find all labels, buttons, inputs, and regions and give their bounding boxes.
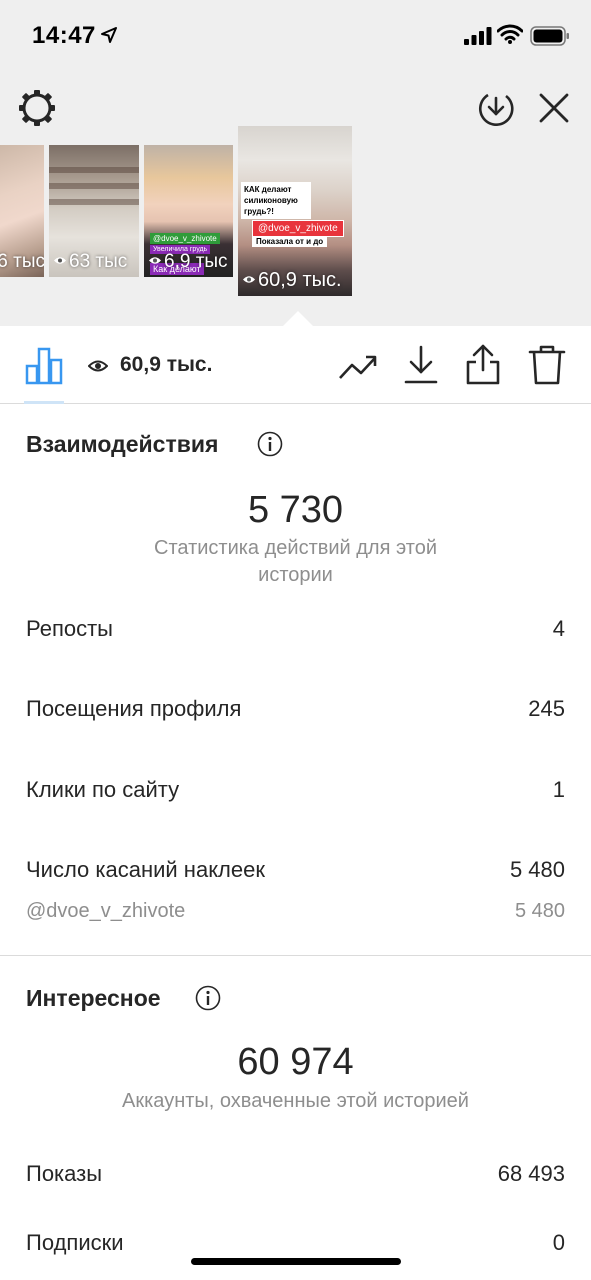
share-icon[interactable] <box>464 342 502 386</box>
interactions-total: 5 730 <box>247 489 344 531</box>
story-thumbnail[interactable]: 63 тыс <box>49 145 139 277</box>
close-icon[interactable] <box>534 88 574 128</box>
info-icon[interactable] <box>257 431 283 457</box>
thumbnail-views: 6,9 тыс <box>164 251 228 272</box>
location-arrow-icon <box>101 27 117 43</box>
eye-icon <box>149 257 161 264</box>
story-thumbnail-selected[interactable]: КАК делают силиконовую грудь?! @dvoe_v_z… <box>238 126 352 296</box>
sticker-mention: @dvoe_v_zhivote <box>252 220 344 237</box>
sticker-mention-value: 5 480 <box>514 900 565 922</box>
stat-label-follows: Подписки <box>26 1230 124 1255</box>
trash-icon[interactable] <box>528 344 566 386</box>
stat-value-reposts: 4 <box>552 616 565 641</box>
bar-chart-icon[interactable] <box>24 346 64 386</box>
info-icon[interactable] <box>195 985 221 1011</box>
stat-value-website-clicks: 1 <box>552 777 565 802</box>
eye-icon <box>243 276 255 283</box>
story-thumbnail[interactable]: @dvoe_v_zhivote Увеличила грудь Как дела… <box>144 145 233 277</box>
stat-label-impressions: Показы <box>26 1161 103 1186</box>
download-icon[interactable] <box>402 344 440 386</box>
stat-value-profile-visits: 245 <box>528 696 565 721</box>
trend-icon[interactable] <box>337 346 379 386</box>
stat-value-impressions: 68 493 <box>497 1161 565 1186</box>
home-indicator[interactable] <box>191 1258 401 1265</box>
views-count: 60,9 тыс. <box>120 353 213 376</box>
stat-value-follows: 0 <box>552 1230 565 1255</box>
discovery-total: 60 974 <box>237 1041 354 1083</box>
story-thumbnail[interactable]: ,6 тыс <box>0 145 44 277</box>
battery-icon <box>530 26 569 46</box>
wifi-icon <box>497 24 523 44</box>
active-tab-indicator <box>24 401 64 404</box>
sticker-mention: @dvoe_v_zhivote <box>150 233 220 244</box>
discovery-caption: Аккаунты, охваченные этой историей <box>122 1090 469 1112</box>
eye-icon <box>88 360 108 372</box>
interactions-caption: Статистика действий для этой истории <box>154 537 437 586</box>
thumbnail-views: 63 тыс <box>69 251 128 272</box>
sticker-mention-label: @dvoe_v_zhivote <box>26 900 186 922</box>
stat-value-sticker-taps: 5 480 <box>509 857 565 882</box>
sticker-text: КАК делают силиконовую грудь?! <box>241 182 311 219</box>
stat-label-profile-visits: Посещения профиля <box>26 696 242 721</box>
status-time: 14:47 <box>32 22 96 49</box>
status-bar: 14:47 <box>0 0 591 70</box>
thumbnail-views: ,6 тыс <box>0 251 44 272</box>
discovery-title: Интересное <box>26 985 161 1011</box>
thumbnail-views: 60,9 тыс. <box>258 269 342 291</box>
section-divider <box>0 955 591 956</box>
stat-label-reposts: Репосты <box>26 616 113 641</box>
stat-label-sticker-taps: Число касаний наклеек <box>26 857 265 882</box>
stat-label-website-clicks: Клики по сайту <box>26 777 180 802</box>
eye-icon <box>54 257 66 264</box>
gear-icon[interactable] <box>17 88 57 128</box>
story-toolbar: 60,9 тыс. <box>0 326 591 404</box>
selection-caret <box>282 311 314 327</box>
interactions-title: Взаимодействия <box>26 431 219 457</box>
cellular-signal-icon <box>464 27 492 45</box>
sticker-text: Показала от и до <box>252 236 328 247</box>
download-circle-icon[interactable] <box>476 88 516 128</box>
